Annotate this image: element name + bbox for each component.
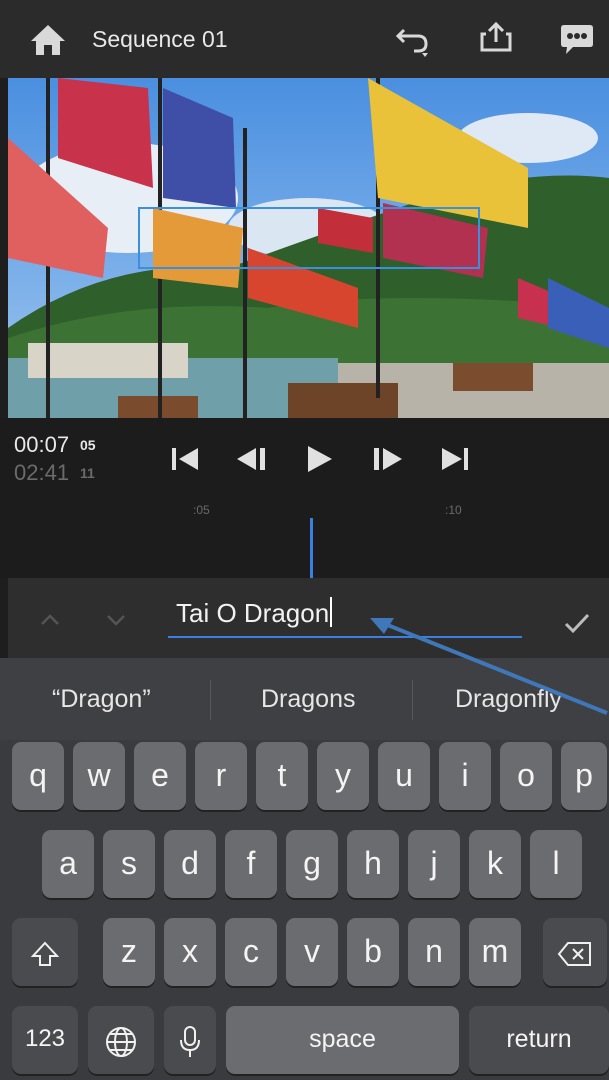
key-s[interactable]: s	[103, 830, 155, 898]
timeline-tick-label: :05	[193, 503, 210, 517]
key-n[interactable]: n	[408, 918, 460, 986]
total-frames: 11	[80, 465, 95, 481]
key-v[interactable]: v	[286, 918, 338, 986]
key-o[interactable]: o	[500, 742, 552, 810]
key-q[interactable]: q	[12, 742, 64, 810]
undo-icon[interactable]	[390, 20, 436, 60]
title-text-value[interactable]: Tai O Dragon	[176, 597, 333, 629]
key-w[interactable]: w	[73, 742, 125, 810]
key-m[interactable]: m	[469, 918, 521, 986]
key-g[interactable]: g	[286, 830, 338, 898]
globe-icon	[106, 1026, 136, 1057]
play-icon[interactable]	[300, 440, 340, 478]
shift-icon	[30, 941, 60, 966]
key-p[interactable]: p	[561, 742, 607, 810]
globe-key[interactable]	[88, 1006, 154, 1074]
comment-icon[interactable]	[555, 20, 599, 60]
key-c[interactable]: c	[225, 918, 277, 986]
total-time: 02:41	[14, 460, 70, 485]
key-j[interactable]: j	[408, 830, 460, 898]
key-d[interactable]: d	[164, 830, 216, 898]
key-z[interactable]: z	[103, 918, 155, 986]
suggestion-item[interactable]: Dragons	[261, 685, 356, 714]
key-i[interactable]: i	[439, 742, 491, 810]
microphone-icon	[180, 1025, 200, 1057]
return-key[interactable]: return	[469, 1006, 609, 1074]
delete-key[interactable]	[543, 918, 607, 986]
title-selection-box[interactable]	[138, 207, 480, 269]
suggestion-divider	[210, 680, 211, 720]
key-b[interactable]: b	[347, 918, 399, 986]
shift-key[interactable]	[12, 918, 78, 986]
current-time: 00:07	[14, 432, 70, 457]
key-k[interactable]: k	[469, 830, 521, 898]
key-l[interactable]: l	[530, 830, 582, 898]
skip-to-end-icon[interactable]	[436, 440, 476, 478]
annotation-arrow	[360, 610, 609, 720]
text-caret	[330, 597, 333, 627]
step-forward-icon[interactable]	[368, 440, 408, 478]
current-frames: 05	[80, 437, 96, 453]
dictation-key[interactable]	[164, 1006, 216, 1074]
space-key[interactable]: space	[226, 1006, 459, 1074]
key-r[interactable]: r	[195, 742, 247, 810]
chevron-up-icon[interactable]	[36, 608, 64, 632]
sequence-title: Sequence 01	[92, 26, 228, 52]
key-a[interactable]: a	[42, 830, 94, 898]
title-text-content: Tai O Dragon	[176, 598, 330, 628]
playhead[interactable]	[310, 518, 313, 578]
key-t[interactable]: t	[256, 742, 308, 810]
key-y[interactable]: y	[317, 742, 369, 810]
skip-to-start-icon[interactable]	[166, 440, 206, 478]
share-icon[interactable]	[474, 18, 518, 58]
numbers-key[interactable]: 123	[12, 1006, 78, 1074]
key-u[interactable]: u	[378, 742, 430, 810]
key-h[interactable]: h	[347, 830, 399, 898]
backspace-icon	[557, 941, 591, 966]
home-icon[interactable]	[28, 22, 68, 58]
key-e[interactable]: e	[134, 742, 186, 810]
chevron-down-icon[interactable]	[102, 608, 130, 632]
suggestion-item[interactable]: “Dragon”	[52, 685, 151, 714]
key-x[interactable]: x	[164, 918, 216, 986]
step-back-icon[interactable]	[232, 440, 272, 478]
timeline-tick-label: :10	[445, 503, 462, 517]
key-f[interactable]: f	[225, 830, 277, 898]
